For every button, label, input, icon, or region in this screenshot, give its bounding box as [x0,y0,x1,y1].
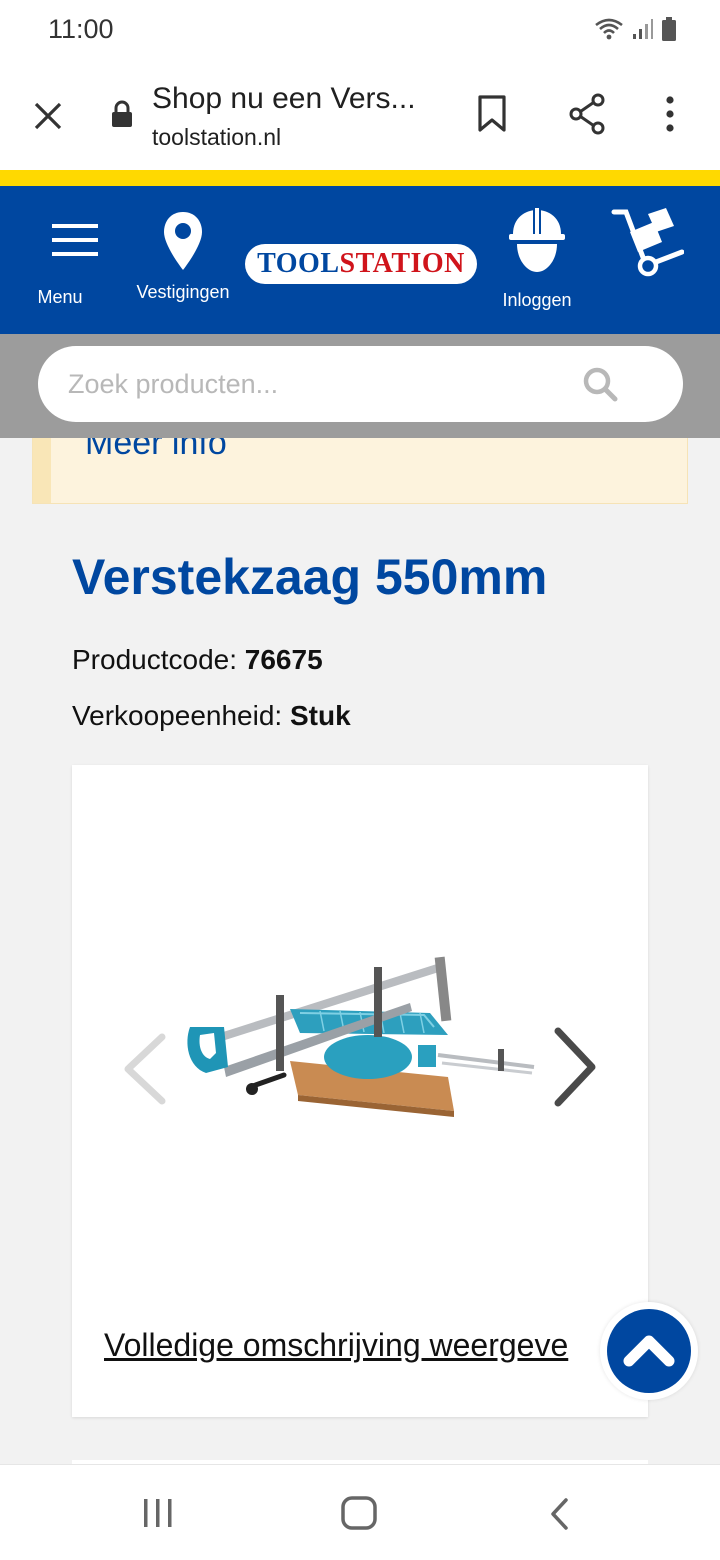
close-icon[interactable] [28,96,68,136]
browser-toolbar: Shop nu een Vers... toolstation.nl [0,58,720,170]
product-code-value: 76675 [244,644,323,675]
signal-icon [633,19,653,39]
more-options-icon[interactable] [664,94,676,134]
login-label: Inloggen [502,290,572,310]
toolstation-logo[interactable]: TOOL STATION [245,244,477,284]
chevron-up-icon [623,1335,675,1367]
hard-hat-icon [509,208,565,272]
bookmark-icon[interactable] [476,94,508,134]
back-to-top-circle [607,1309,691,1393]
back-icon[interactable] [548,1497,572,1531]
logo-text-tool: TOOL [257,248,340,279]
cart-trolley-icon[interactable] [610,206,684,278]
page-tab-title[interactable]: Shop nu een Vers... [152,82,416,116]
system-navigation-bar [0,1464,720,1560]
status-time: 11:00 [48,14,114,44]
status-bar: 11:00 [0,0,720,58]
lock-icon [112,100,132,127]
menu-button[interactable]: Menu [37,222,106,308]
sales-unit: Verkoopeenheid: Stuk [72,700,351,732]
product-code: Productcode: 76675 [72,644,323,676]
sales-unit-label: Verkoopeenheid: [72,700,283,731]
meer-info-link[interactable]: Meer info [85,438,227,463]
product-image[interactable] [180,949,540,1119]
location-pin-icon [164,212,202,270]
wifi-icon [595,18,623,40]
product-image-card: Volledige omschrijving weergeve [72,765,648,1417]
chevron-left-icon[interactable] [120,1033,170,1105]
home-icon[interactable] [340,1495,378,1531]
banner-accent [33,438,51,503]
login-button[interactable]: Inloggen [496,208,578,311]
sales-unit-value: Stuk [289,700,351,731]
search-bar [0,334,720,438]
status-icons [594,16,676,42]
url-text[interactable]: toolstation.nl [152,124,281,151]
chevron-right-icon[interactable] [550,1027,600,1107]
accent-stripe [0,170,720,186]
site-header: Menu Vestigingen TOOL STATION Inloggen [0,186,720,334]
hamburger-icon [52,224,98,256]
locations-label: Vestigingen [136,282,230,302]
share-icon[interactable] [566,92,610,136]
product-title: Verstekzaag 550mm [72,549,548,605]
menu-label: Menu [37,287,83,307]
battery-icon [662,17,676,41]
full-description-link[interactable]: Volledige omschrijving weergeve [104,1327,568,1364]
locations-button[interactable]: Vestigingen [130,210,236,303]
info-banner: Meer info [32,438,688,504]
logo-text-station: STATION [339,248,465,279]
product-code-label: Productcode: [72,644,237,675]
search-icon[interactable] [582,366,618,402]
back-to-top-button[interactable] [600,1302,698,1400]
recent-apps-icon[interactable] [142,1497,174,1529]
